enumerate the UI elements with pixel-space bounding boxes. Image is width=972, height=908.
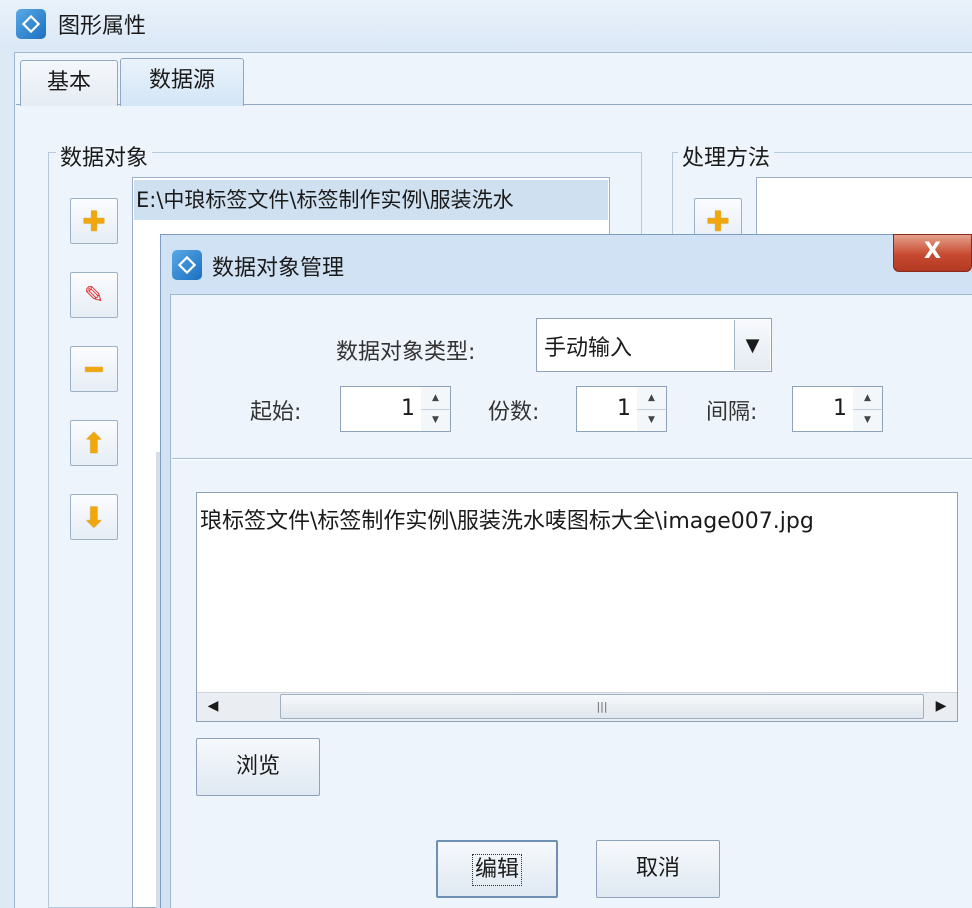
copies-label: 份数: bbox=[488, 400, 540, 425]
copies-stepper[interactable]: ▲ ▼ bbox=[637, 386, 667, 432]
arrow-down-icon[interactable]: ▼ bbox=[421, 409, 450, 431]
data-object-type-label: 数据对象类型: bbox=[336, 340, 476, 365]
data-object-type-value: 手动输入 bbox=[544, 336, 633, 361]
path-text: 琅标签文件\标签制作实例\服装洗水唛图标大全\image007.jpg bbox=[200, 509, 814, 534]
interval-input[interactable]: 1 bbox=[792, 386, 854, 432]
arrow-up-icon[interactable]: ▲ bbox=[421, 387, 450, 410]
browse-button[interactable]: 浏览 bbox=[196, 738, 320, 796]
edit-data-object-button[interactable]: ✎ bbox=[70, 272, 118, 318]
arrow-up-icon[interactable]: ▲ bbox=[637, 387, 666, 410]
scrollbar-thumb[interactable]: ||| bbox=[280, 694, 924, 719]
method-group-label: 处理方法 bbox=[678, 140, 775, 172]
dropdown-button[interactable]: ▼ bbox=[734, 320, 770, 370]
dialog-app-icon bbox=[172, 250, 202, 280]
arrow-down-icon[interactable]: ▼ bbox=[637, 409, 666, 431]
minus-icon: ━ bbox=[85, 352, 103, 386]
start-input[interactable]: 1 bbox=[340, 386, 422, 432]
chevron-down-icon: ▼ bbox=[745, 334, 760, 356]
window-title: 图形属性 bbox=[58, 14, 147, 39]
list-item[interactable]: E:\中琅标签文件\标签制作实例\服装洗水 bbox=[134, 180, 608, 220]
copies-input[interactable]: 1 bbox=[576, 386, 638, 432]
add-data-object-button[interactable]: ✚ bbox=[70, 198, 118, 244]
edit-button[interactable]: 编辑 bbox=[436, 840, 558, 898]
method-list[interactable] bbox=[756, 177, 972, 237]
start-label: 起始: bbox=[250, 400, 302, 425]
app-icon bbox=[16, 9, 46, 39]
data-object-group-label: 数据对象 bbox=[56, 140, 153, 172]
dialog-title: 数据对象管理 bbox=[212, 256, 345, 281]
arrow-down-icon: ⬇ bbox=[82, 500, 106, 534]
interval-stepper[interactable]: ▲ ▼ bbox=[853, 386, 883, 432]
scroll-left-icon[interactable]: ◀ bbox=[197, 692, 229, 721]
move-up-button[interactable]: ⬆ bbox=[70, 420, 118, 466]
close-button[interactable]: X bbox=[893, 234, 972, 272]
scroll-right-icon[interactable]: ▶ bbox=[925, 692, 957, 721]
arrow-up-icon: ⬆ bbox=[82, 426, 106, 460]
plus-icon: ✚ bbox=[82, 204, 106, 238]
arrow-up-icon[interactable]: ▲ bbox=[853, 387, 882, 410]
divider bbox=[172, 458, 972, 460]
move-down-button[interactable]: ⬇ bbox=[70, 494, 118, 540]
edit-button-label: 编辑 bbox=[471, 854, 522, 886]
remove-data-object-button[interactable]: ━ bbox=[70, 346, 118, 392]
start-stepper[interactable]: ▲ ▼ bbox=[421, 386, 451, 432]
tab-datasource[interactable]: 数据源 bbox=[120, 58, 244, 106]
interval-label: 间隔: bbox=[706, 400, 758, 425]
tab-basic[interactable]: 基本 bbox=[20, 60, 118, 106]
pencil-icon: ✎ bbox=[83, 281, 105, 309]
cancel-button[interactable]: 取消 bbox=[596, 840, 720, 898]
arrow-down-icon[interactable]: ▼ bbox=[853, 409, 882, 431]
